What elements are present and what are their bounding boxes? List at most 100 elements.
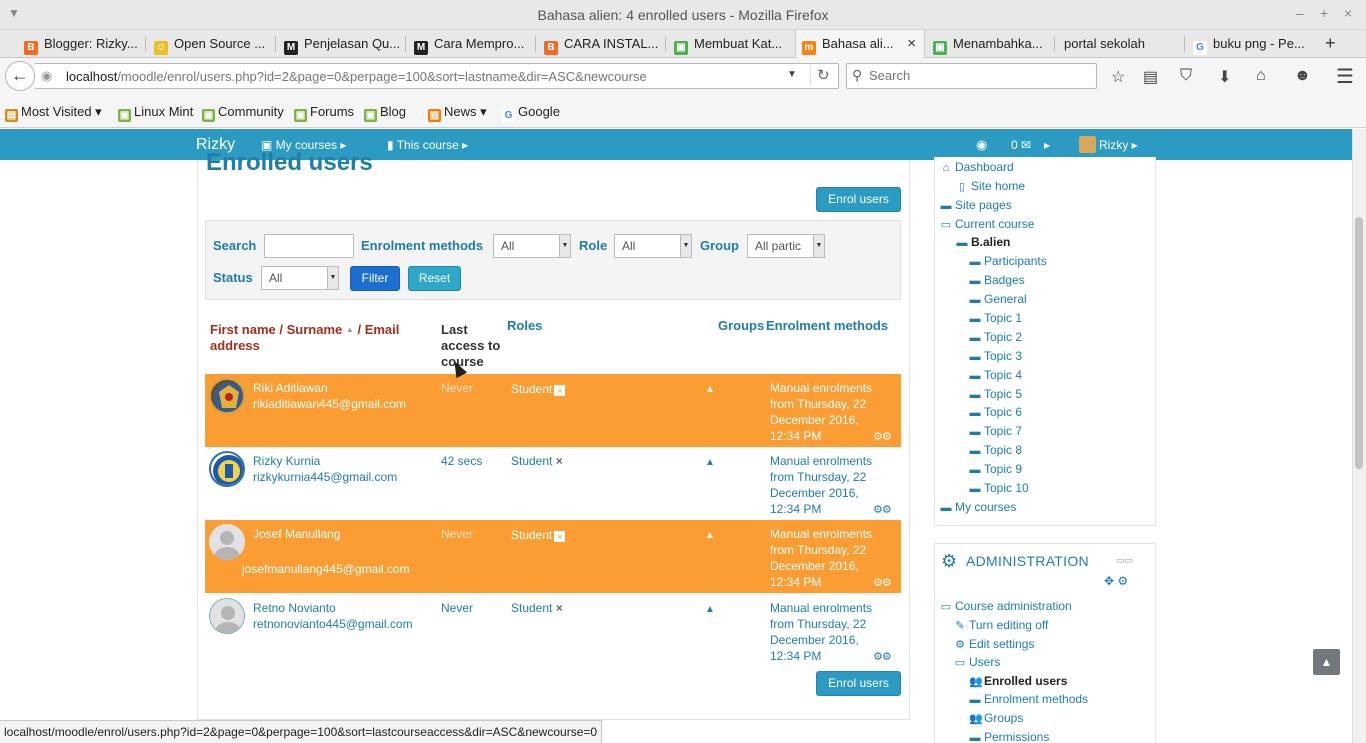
enrolment-settings-icon[interactable]: ⚙⚙ [873,430,892,443]
bookmark-linux-mint[interactable]: ▣ Linux Mint [118,104,193,122]
home-icon[interactable]: ⌂ [1256,67,1266,85]
url-text[interactable]: localhost/moodle/enrol/users.php?id=2&pa… [66,69,647,84]
this-course-menu[interactable]: ▮ This course ▸ [387,138,468,152]
tab-blogger[interactable]: B Blogger: Rizky... [18,30,146,58]
bookmark-google[interactable]: G Google [502,104,560,122]
lock-icon[interactable]: ▲ [705,384,715,395]
user-name-link[interactable]: Retno Novianto [253,600,336,616]
enrolment-settings-icon[interactable]: ⚙⚙ [873,503,892,516]
back-to-top-button[interactable]: ▲ [1313,649,1340,675]
minimize-icon[interactable]: – [1296,5,1304,21]
nav-topic-8[interactable]: ▬ Topic 8 [969,443,1023,457]
filter-button[interactable]: Filter [350,266,400,291]
avatar[interactable] [209,451,245,487]
bookmark-community[interactable]: ▣ Community [202,104,284,122]
remove-role-icon[interactable]: × [556,454,563,468]
tab-penjelasan[interactable]: M Penjelasan Qu... [278,30,406,58]
bookmark-forums[interactable]: ▣ Forums [294,104,354,122]
hello-icon[interactable]: ☻ [1294,67,1311,85]
nav-my-courses[interactable]: ▬ My courses [940,500,1017,514]
admin-turn-editing-off[interactable]: ✎ Turn editing off [954,618,1048,632]
admin-edit-settings[interactable]: ⚙ Edit settings [954,637,1034,651]
block-controls-icon[interactable]: ▭▭ [1116,555,1133,566]
admin-course-administration[interactable]: ▭ Course administration [940,599,1072,613]
url-bar[interactable]: ◉ localhost/moodle/enrol/users.php?id=2&… [35,63,839,89]
nav-topic-7[interactable]: ▬ Topic 7 [969,424,1023,438]
nav-participants[interactable]: ▬ Participants [969,254,1047,268]
tab-cara-mempro[interactable]: M Cara Mempro... [408,30,536,58]
tab-buku-png[interactable]: Gbuku png - Pe... [1187,30,1315,58]
enrol-users-button[interactable]: Enrol users [816,187,901,212]
pocket-icon[interactable]: ⛉ [1180,67,1192,85]
tab-portal-sekolah[interactable]: portal sekolah [1057,30,1185,58]
avatar[interactable] [209,598,245,634]
search-field[interactable] [264,234,354,258]
avatar[interactable] [209,378,245,414]
tab-membuat-kat[interactable]: ▣ Membuat Kat... [668,30,794,58]
bookmark-star-icon[interactable]: ☆ [1111,67,1125,87]
lock-icon[interactable]: ▲ [705,530,715,541]
enrol-users-button-bottom[interactable]: Enrol users [816,671,901,696]
role-select[interactable]: All ▼ [614,234,692,258]
move-block-icon[interactable]: ✥ ⚙ [1104,574,1128,588]
nav-topic-9[interactable]: ▬ Topic 9 [969,462,1023,476]
remove-role-icon[interactable]: × [554,531,566,542]
close-tab-icon[interactable]: × [907,35,916,52]
lock-icon[interactable]: ▲ [705,604,715,615]
status-select[interactable]: All ▼ [261,266,339,290]
messages-arrow-icon[interactable]: ▸ [1044,138,1050,152]
admin-groups[interactable]: 👥Groups [969,711,1023,725]
enrolment-settings-icon[interactable]: ⚙⚙ [873,576,892,589]
tab-cara-instal[interactable]: B CARA INSTAL... [538,30,666,58]
nav-current-course[interactable]: ▭ Current course [940,217,1035,231]
nav-topic-1[interactable]: ▬ Topic 1 [969,311,1023,325]
hamburger-menu-icon[interactable]: ☰ [1336,64,1354,89]
user-avatar[interactable] [1079,136,1096,153]
nav-badges[interactable]: ▬ Badges [969,273,1025,287]
user-name-link[interactable]: Josef Manullang [253,526,340,542]
maximize-icon[interactable]: + [1320,5,1328,21]
nav-site-home[interactable]: ▯ Site home [956,179,1025,193]
messages-menu[interactable]: 0 ✉ [1011,138,1031,152]
reset-button[interactable]: Reset [408,266,461,291]
back-button[interactable]: ← [5,61,35,91]
bookmark-most-visited[interactable]: ▤ Most Visited ▾ [5,104,102,122]
remove-role-icon[interactable]: × [556,601,563,615]
enrolment-methods-select[interactable]: All ▼ [493,234,571,258]
nav-topic-4[interactable]: ▬ Topic 4 [969,368,1023,382]
enrolment-settings-icon[interactable]: ⚙⚙ [873,650,892,663]
nav-general[interactable]: ▬ General [969,292,1027,306]
remove-role-icon[interactable]: × [554,385,566,396]
tab-bahasa-alien[interactable]: m Bahasa ali... × [795,30,925,59]
admin-enrolled-users[interactable]: 👥Enrolled users [969,674,1067,688]
site-info-icon[interactable]: ◉ [41,68,52,84]
admin-permissions[interactable]: ▬ Permissions [969,730,1050,743]
search-bar[interactable]: ⚲ [846,63,1097,89]
popover-info-icon[interactable]: ◉ [976,137,987,153]
close-window-icon[interactable]: × [1344,5,1352,21]
url-dropdown-icon[interactable]: ▼ [787,69,797,80]
new-tab-button[interactable]: + [1325,33,1336,54]
nav-dashboard[interactable]: ⌂ Dashboard [940,160,1014,174]
nav-course-balien[interactable]: ▬ B.alien [956,235,1011,249]
admin-enrolment-methods[interactable]: ▬ Enrolment methods [969,692,1089,706]
avatar[interactable] [209,524,245,560]
bookmark-blog[interactable]: ▣ Blog [364,104,406,122]
page-scrollbar-thumb[interactable] [1355,217,1363,469]
reload-icon[interactable]: ↻ [810,66,830,84]
download-icon[interactable]: ⬇ [1218,67,1231,87]
sort-email-link[interactable]: Email [365,322,400,337]
sort-surname-link[interactable]: Surname [287,322,343,337]
sort-first-name-link[interactable]: First name [210,322,276,337]
tab-open-source[interactable]: ☺ Open Source ... [148,30,276,58]
nav-topic-10[interactable]: ▬ Topic 10 [969,481,1029,495]
tab-menambahka[interactable]: ▣ Menambahka... [927,30,1055,58]
sort-email-link-2[interactable]: address [210,338,260,353]
user-name-link[interactable]: Rizky Kurnia [253,453,320,469]
nav-topic-5[interactable]: ▬ Topic 5 [969,387,1023,401]
nav-site-pages[interactable]: ▬ Site pages [940,198,1012,212]
user-name-link[interactable]: Riki Aditiawan [253,380,328,396]
bookmark-news[interactable]: ▥ News ▾ [428,104,487,122]
nav-topic-2[interactable]: ▬ Topic 2 [969,330,1023,344]
admin-users[interactable]: ▭ Users [954,655,1001,669]
